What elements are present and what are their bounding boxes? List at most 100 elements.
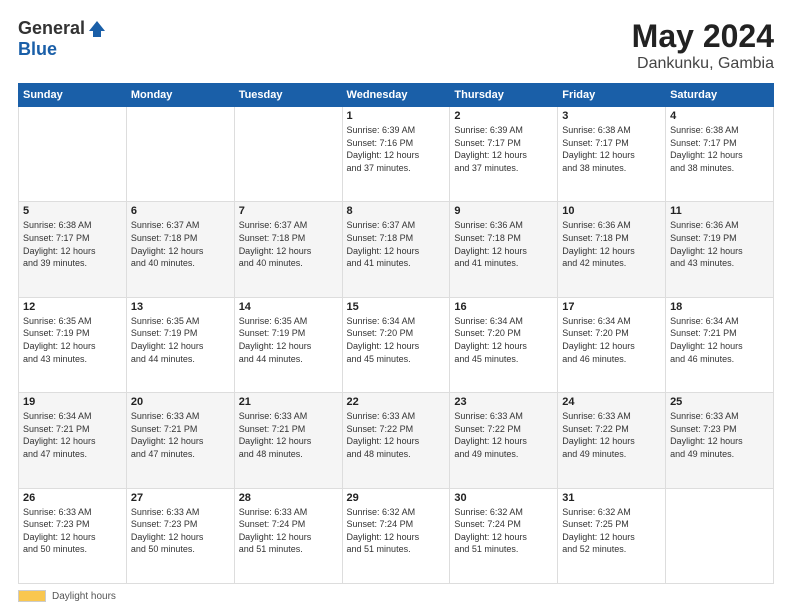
day-number: 19	[23, 396, 122, 408]
day-number: 11	[670, 205, 769, 217]
day-number: 28	[239, 492, 338, 504]
day-number: 5	[23, 205, 122, 217]
calendar-cell: 21Sunrise: 6:33 AMSunset: 7:21 PMDayligh…	[234, 393, 342, 488]
day-info: Sunrise: 6:35 AMSunset: 7:19 PMDaylight:…	[131, 316, 204, 364]
col-friday: Friday	[558, 84, 666, 107]
day-number: 8	[347, 205, 446, 217]
day-number: 25	[670, 396, 769, 408]
day-info: Sunrise: 6:33 AMSunset: 7:24 PMDaylight:…	[239, 507, 312, 555]
calendar-cell: 11 Sunrise: 6:36 AMSunset: 7:19 PMDayligh…	[666, 202, 774, 297]
day-number: 12	[23, 301, 122, 313]
calendar-cell: 3 Sunrise: 6:38 AMSunset: 7:17 PMDaylight…	[558, 107, 666, 202]
day-number: 31	[562, 492, 661, 504]
day-number: 17	[562, 301, 661, 313]
calendar-cell: 1 Sunrise: 6:39 AMSunset: 7:16 PMDaylight…	[342, 107, 450, 202]
day-info: Sunrise: 6:33 AMSunset: 7:23 PMDaylight:…	[670, 411, 743, 459]
calendar-cell	[666, 488, 774, 583]
calendar-cell: 26Sunrise: 6:33 AMSunset: 7:23 PMDayligh…	[19, 488, 127, 583]
day-number: 14	[239, 301, 338, 313]
day-info: Sunrise: 6:34 AMSunset: 7:21 PMDaylight:…	[670, 316, 743, 364]
day-number: 9	[454, 205, 553, 217]
day-number: 24	[562, 396, 661, 408]
calendar-cell: 28 Sunrise: 6:33 AMSunset: 7:24 PMDayligh…	[234, 488, 342, 583]
day-info: Sunrise: 6:38 AMSunset: 7:17 PMDaylight:…	[562, 125, 635, 173]
calendar-cell: 8 Sunrise: 6:37 AMSunset: 7:18 PMDaylight…	[342, 202, 450, 297]
day-info: Sunrise: 6:38 AMSunset: 7:17 PMDaylight:…	[23, 220, 96, 268]
day-number: 18	[670, 301, 769, 313]
calendar-cell: 19 Sunrise: 6:34 AMSunset: 7:21 PMDayligh…	[19, 393, 127, 488]
day-info: Sunrise: 6:37 AMSunset: 7:18 PMDaylight:…	[131, 220, 204, 268]
day-number: 1	[347, 110, 446, 122]
day-info: Sunrise: 6:33 AMSunset: 7:21 PMDaylight:…	[131, 411, 204, 459]
day-info: Sunrise: 6:36 AMSunset: 7:19 PMDaylight:…	[670, 220, 743, 268]
calendar-cell: 24 Sunrise: 6:33 AMSunset: 7:22 PMDayligh…	[558, 393, 666, 488]
calendar-week-2: 5 Sunrise: 6:38 AMSunset: 7:17 PMDaylight…	[19, 202, 774, 297]
day-info: Sunrise: 6:34 AMSunset: 7:20 PMDaylight:…	[347, 316, 420, 364]
calendar-cell: 5 Sunrise: 6:38 AMSunset: 7:17 PMDaylight…	[19, 202, 127, 297]
day-number: 16	[454, 301, 553, 313]
calendar-cell: 9Sunrise: 6:36 AMSunset: 7:18 PMDaylight…	[450, 202, 558, 297]
calendar-cell: 6Sunrise: 6:37 AMSunset: 7:18 PMDaylight…	[126, 202, 234, 297]
day-info: Sunrise: 6:39 AMSunset: 7:16 PMDaylight:…	[347, 125, 420, 173]
calendar-cell: 16 Sunrise: 6:34 AMSunset: 7:20 PMDayligh…	[450, 297, 558, 392]
footer-label: Daylight hours	[52, 591, 116, 602]
calendar-cell: 4Sunrise: 6:38 AMSunset: 7:17 PMDaylight…	[666, 107, 774, 202]
day-info: Sunrise: 6:36 AMSunset: 7:18 PMDaylight:…	[562, 220, 635, 268]
day-info: Sunrise: 6:37 AMSunset: 7:18 PMDaylight:…	[347, 220, 420, 268]
calendar-cell	[19, 107, 127, 202]
day-number: 30	[454, 492, 553, 504]
day-info: Sunrise: 6:34 AMSunset: 7:20 PMDaylight:…	[454, 316, 527, 364]
day-number: 21	[239, 396, 338, 408]
calendar-week-3: 12 Sunrise: 6:35 AMSunset: 7:19 PMDayligh…	[19, 297, 774, 392]
calendar-week-1: 1 Sunrise: 6:39 AMSunset: 7:16 PMDaylight…	[19, 107, 774, 202]
day-info: Sunrise: 6:34 AMSunset: 7:20 PMDaylight:…	[562, 316, 635, 364]
calendar-cell: 17 Sunrise: 6:34 AMSunset: 7:20 PMDayligh…	[558, 297, 666, 392]
col-saturday: Saturday	[666, 84, 774, 107]
day-number: 3	[562, 110, 661, 122]
calendar-week-4: 19 Sunrise: 6:34 AMSunset: 7:21 PMDayligh…	[19, 393, 774, 488]
day-number: 10	[562, 205, 661, 217]
calendar-cell: 12 Sunrise: 6:35 AMSunset: 7:19 PMDayligh…	[19, 297, 127, 392]
title-month: May 2024	[632, 18, 774, 55]
title-location: Dankunku, Gambia	[632, 55, 774, 73]
daylight-swatch	[18, 590, 46, 602]
calendar-cell: 13 Sunrise: 6:35 AMSunset: 7:19 PMDayligh…	[126, 297, 234, 392]
logo-icon	[87, 19, 107, 39]
day-number: 2	[454, 110, 553, 122]
day-info: Sunrise: 6:33 AMSunset: 7:22 PMDaylight:…	[347, 411, 420, 459]
page: General Blue May 2024 Dankunku, Gambia S…	[0, 0, 792, 612]
day-number: 15	[347, 301, 446, 313]
calendar-cell: 23Sunrise: 6:33 AMSunset: 7:22 PMDayligh…	[450, 393, 558, 488]
day-info: Sunrise: 6:34 AMSunset: 7:21 PMDaylight:…	[23, 411, 96, 459]
col-tuesday: Tuesday	[234, 84, 342, 107]
day-info: Sunrise: 6:35 AMSunset: 7:19 PMDaylight:…	[23, 316, 96, 364]
calendar-cell: 14 Sunrise: 6:35 AMSunset: 7:19 PMDayligh…	[234, 297, 342, 392]
calendar-cell	[234, 107, 342, 202]
logo-general-text: General	[18, 18, 85, 39]
day-number: 27	[131, 492, 230, 504]
day-number: 20	[131, 396, 230, 408]
day-info: Sunrise: 6:39 AMSunset: 7:17 PMDaylight:…	[454, 125, 527, 173]
calendar-cell: 10 Sunrise: 6:36 AMSunset: 7:18 PMDayligh…	[558, 202, 666, 297]
calendar-cell: 27Sunrise: 6:33 AMSunset: 7:23 PMDayligh…	[126, 488, 234, 583]
footer: Daylight hours	[18, 590, 774, 602]
day-info: Sunrise: 6:35 AMSunset: 7:19 PMDaylight:…	[239, 316, 312, 364]
day-info: Sunrise: 6:32 AMSunset: 7:24 PMDaylight:…	[347, 507, 420, 555]
day-number: 13	[131, 301, 230, 313]
day-number: 29	[347, 492, 446, 504]
day-info: Sunrise: 6:38 AMSunset: 7:17 PMDaylight:…	[670, 125, 743, 173]
day-number: 23	[454, 396, 553, 408]
col-sunday: Sunday	[19, 84, 127, 107]
col-monday: Monday	[126, 84, 234, 107]
calendar-cell: 2 Sunrise: 6:39 AMSunset: 7:17 PMDaylight…	[450, 107, 558, 202]
calendar-cell: 20 Sunrise: 6:33 AMSunset: 7:21 PMDayligh…	[126, 393, 234, 488]
day-number: 7	[239, 205, 338, 217]
header: General Blue May 2024 Dankunku, Gambia	[18, 18, 774, 73]
day-number: 26	[23, 492, 122, 504]
calendar-week-5: 26Sunrise: 6:33 AMSunset: 7:23 PMDayligh…	[19, 488, 774, 583]
day-info: Sunrise: 6:33 AMSunset: 7:22 PMDaylight:…	[562, 411, 635, 459]
day-info: Sunrise: 6:32 AMSunset: 7:25 PMDaylight:…	[562, 507, 635, 555]
calendar-header-row: Sunday Monday Tuesday Wednesday Thursday…	[19, 84, 774, 107]
day-info: Sunrise: 6:32 AMSunset: 7:24 PMDaylight:…	[454, 507, 527, 555]
calendar-cell: 18 Sunrise: 6:34 AMSunset: 7:21 PMDayligh…	[666, 297, 774, 392]
